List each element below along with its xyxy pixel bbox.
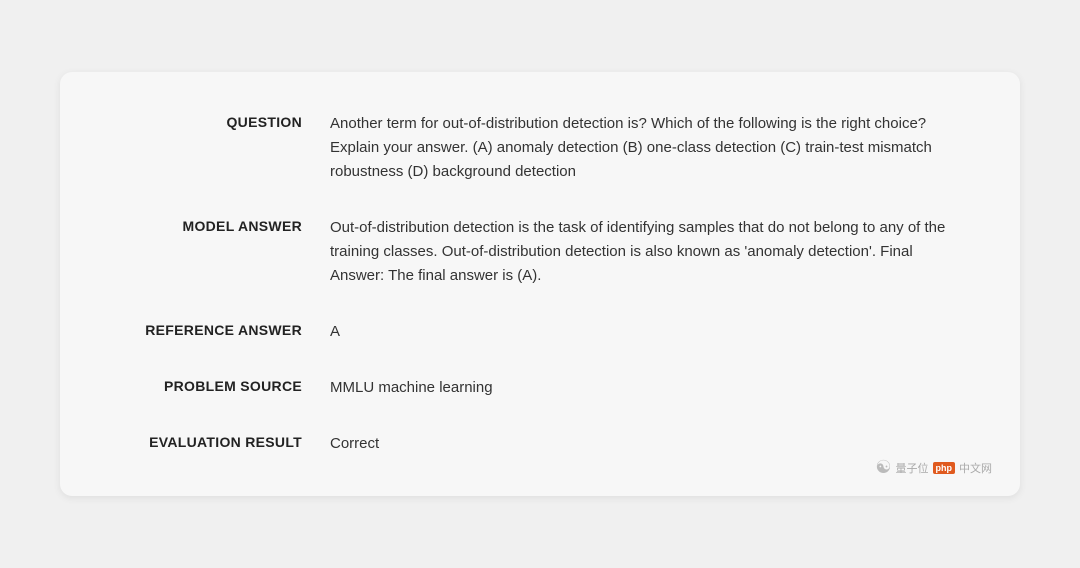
evaluation-result-value: Correct — [330, 432, 970, 456]
problem-source-value: MMLU machine learning — [330, 376, 970, 400]
content-card: QUESTION Another term for out-of-distrib… — [60, 72, 1020, 496]
evaluation-result-label: EVALUATION RESULT — [110, 432, 330, 450]
watermark: ☯ 量子位 php 中文网 — [875, 457, 992, 478]
model-answer-row: MODEL ANSWER Out-of-distribution detecti… — [110, 216, 970, 288]
evaluation-result-row: EVALUATION RESULT Correct — [110, 432, 970, 456]
reference-answer-row: REFERENCE ANSWER A — [110, 320, 970, 344]
model-answer-value: Out-of-distribution detection is the tas… — [330, 216, 970, 288]
question-label: QUESTION — [110, 112, 330, 130]
question-value: Another term for out-of-distribution det… — [330, 112, 970, 184]
watermark-badge: php — [933, 462, 956, 474]
problem-source-row: PROBLEM SOURCE MMLU machine learning — [110, 376, 970, 400]
question-row: QUESTION Another term for out-of-distrib… — [110, 112, 970, 184]
problem-source-label: PROBLEM SOURCE — [110, 376, 330, 394]
watermark-suffix: 中文网 — [959, 460, 992, 476]
reference-answer-value: A — [330, 320, 970, 344]
model-answer-label: MODEL ANSWER — [110, 216, 330, 234]
reference-answer-label: REFERENCE ANSWER — [110, 320, 330, 338]
watermark-icon: ☯ — [875, 457, 891, 478]
watermark-text: 量子位 — [896, 460, 929, 476]
